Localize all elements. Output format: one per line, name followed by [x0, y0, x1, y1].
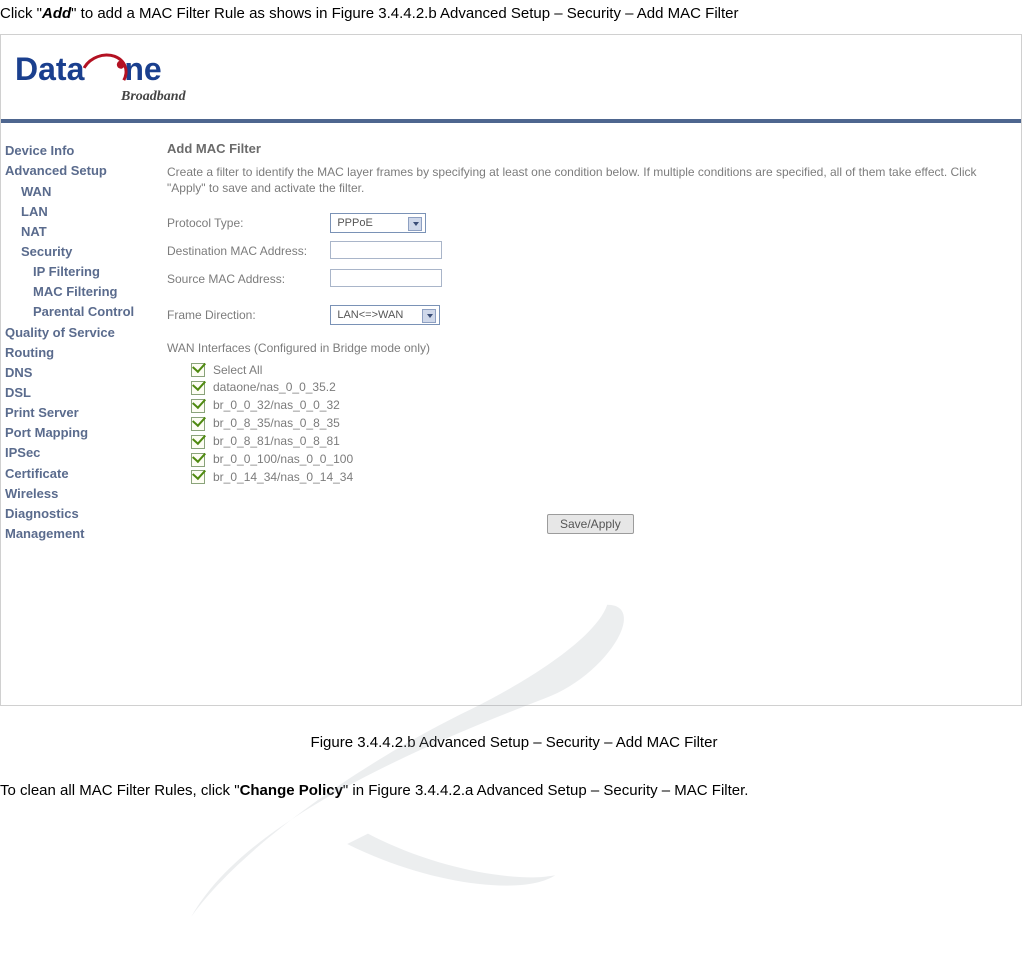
checkbox-icon[interactable]	[191, 417, 205, 431]
wan-interface-label: br_0_0_32/nas_0_0_32	[213, 398, 340, 412]
wan-interface-label: Select All	[213, 363, 262, 377]
brand-logo: Datane	[15, 51, 162, 90]
checkbox-icon[interactable]	[191, 363, 205, 377]
panel-description: Create a filter to identify the MAC laye…	[167, 164, 1011, 196]
sidebar-item[interactable]: Device Info	[5, 141, 145, 161]
sidebar-item[interactable]: Parental Control	[5, 302, 145, 322]
checkbox-icon[interactable]	[191, 453, 205, 467]
sidebar-nav: Device InfoAdvanced SetupWANLANNATSecuri…	[5, 141, 145, 544]
sidebar-item[interactable]: IPSec	[5, 443, 145, 463]
wan-interface-row: br_0_0_100/nas_0_0_100	[191, 452, 1011, 467]
checkbox-icon[interactable]	[191, 399, 205, 413]
checkbox-icon[interactable]	[191, 435, 205, 449]
sidebar-item[interactable]: DSL	[5, 383, 145, 403]
router-admin-screenshot: Datane Broadband Device InfoAdvanced Set…	[0, 34, 1022, 706]
source-mac-input[interactable]	[330, 269, 442, 287]
wan-interface-label: br_0_0_100/nas_0_0_100	[213, 452, 353, 466]
protocol-type-select[interactable]: PPPoE	[330, 213, 426, 233]
checkbox-icon[interactable]	[191, 470, 205, 484]
sidebar-item[interactable]: IP Filtering	[5, 262, 145, 282]
frame-direction-label: Frame Direction:	[167, 308, 327, 322]
sidebar-item[interactable]: Advanced Setup	[5, 161, 145, 181]
content-panel: Add MAC Filter Create a filter to identi…	[167, 141, 1011, 534]
protocol-type-label: Protocol Type:	[167, 216, 327, 230]
wan-interface-row: br_0_14_34/nas_0_14_34	[191, 470, 1011, 485]
wan-interface-row: br_0_8_81/nas_0_8_81	[191, 434, 1011, 449]
wan-interface-row: Select All	[191, 363, 1011, 378]
sidebar-item[interactable]: Diagnostics	[5, 504, 145, 524]
sidebar-item[interactable]: Print Server	[5, 403, 145, 423]
sidebar-item[interactable]: WAN	[5, 182, 145, 202]
sidebar-item[interactable]: Quality of Service	[5, 323, 145, 343]
wan-interface-label: dataone/nas_0_0_35.2	[213, 380, 336, 394]
sidebar-item[interactable]: LAN	[5, 202, 145, 222]
sidebar-item[interactable]: MAC Filtering	[5, 282, 145, 302]
frame-direction-select[interactable]: LAN<=>WAN	[330, 305, 440, 325]
clean-instruction: To clean all MAC Filter Rules, click "Ch…	[0, 781, 1028, 801]
wan-interface-label: br_0_8_35/nas_0_8_35	[213, 416, 340, 430]
source-mac-label: Source MAC Address:	[167, 272, 327, 286]
figure-caption: Figure 3.4.4.2.b Advanced Setup – Securi…	[0, 734, 1028, 751]
change-policy-term: Change Policy	[240, 782, 343, 799]
panel-heading: Add MAC Filter	[167, 141, 1011, 156]
wan-interfaces-label: WAN Interfaces (Configured in Bridge mod…	[167, 341, 1011, 355]
sidebar-item[interactable]: Management	[5, 524, 145, 544]
destination-mac-label: Destination MAC Address:	[167, 244, 327, 258]
checkbox-icon[interactable]	[191, 381, 205, 395]
wan-interface-row: br_0_0_32/nas_0_0_32	[191, 398, 1011, 413]
sidebar-item[interactable]: Port Mapping	[5, 423, 145, 443]
wan-interface-label: br_0_14_34/nas_0_14_34	[213, 470, 353, 484]
wan-interface-label: br_0_8_81/nas_0_8_81	[213, 434, 340, 448]
instruction-text: Click "Add" to add a MAC Filter Rule as …	[0, 0, 1028, 34]
save-apply-button[interactable]: Save/Apply	[547, 514, 634, 534]
header-bar: Datane Broadband	[1, 35, 1021, 123]
sidebar-item[interactable]: Certificate	[5, 464, 145, 484]
add-term: Add	[42, 5, 71, 22]
wan-interface-row: dataone/nas_0_0_35.2	[191, 380, 1011, 395]
sidebar-item[interactable]: NAT	[5, 222, 145, 242]
sidebar-item[interactable]: DNS	[5, 363, 145, 383]
sidebar-item[interactable]: Security	[5, 242, 145, 262]
brand-subtitle: Broadband	[121, 89, 186, 105]
destination-mac-input[interactable]	[330, 241, 442, 259]
sidebar-item[interactable]: Wireless	[5, 484, 145, 504]
sidebar-item[interactable]: Routing	[5, 343, 145, 363]
wan-interface-row: br_0_8_35/nas_0_8_35	[191, 416, 1011, 431]
